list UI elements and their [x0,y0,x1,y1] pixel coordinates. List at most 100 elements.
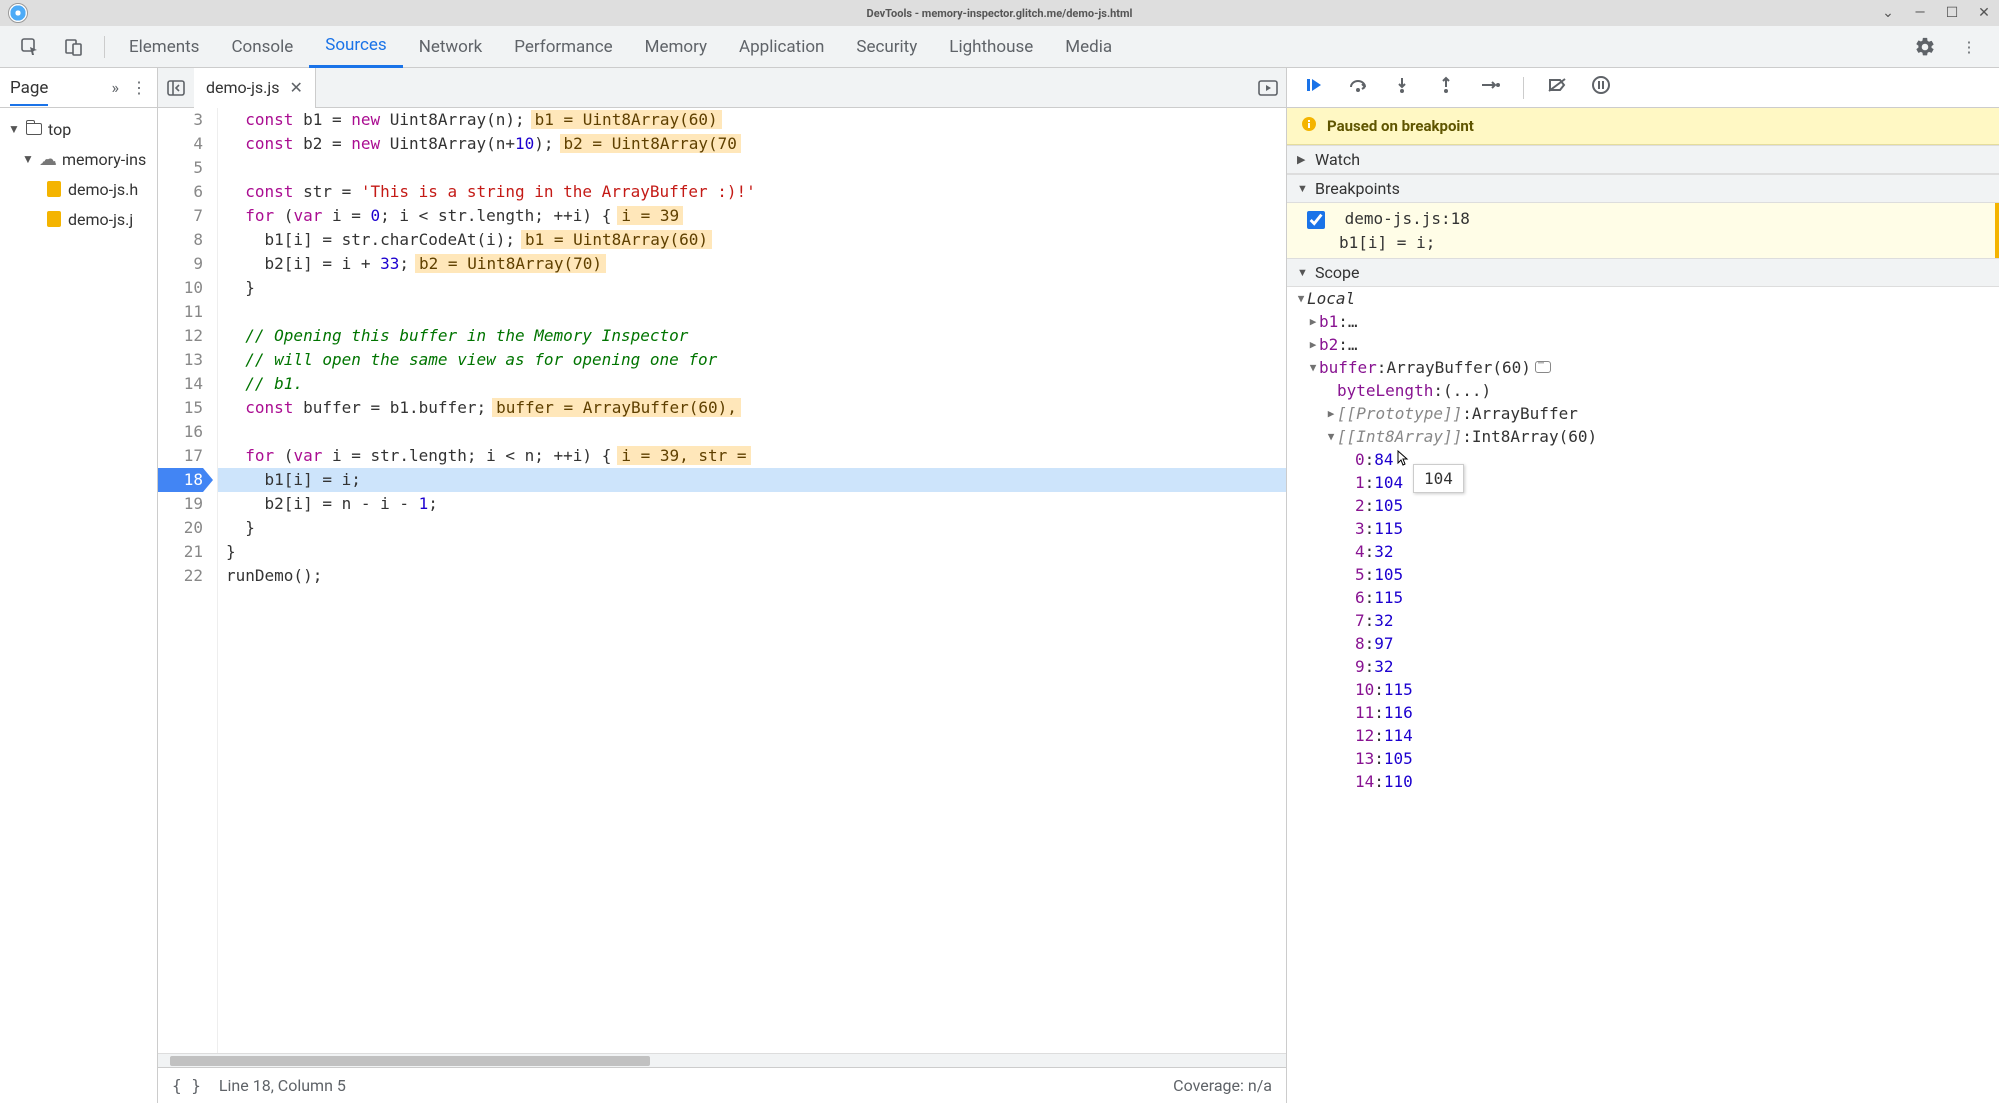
tab-memory[interactable]: Memory [629,26,723,68]
step-button[interactable] [1479,77,1501,98]
maximize-button[interactable]: ☐ [1945,6,1959,20]
deactivate-breakpoints-button[interactable] [1546,77,1568,98]
code-editor[interactable]: 345678910111213141516171819202122 const … [158,108,1286,1053]
kebab-icon[interactable]: ⋮ [131,78,147,97]
code-line[interactable] [218,300,1286,324]
tab-application[interactable]: Application [723,26,840,68]
scope-prototype[interactable]: ▶[[Prototype]]: ArrayBuffer [1287,402,1999,425]
code-line[interactable] [218,156,1286,180]
array-entry[interactable]: 12: 114 [1287,724,1999,747]
code-line[interactable]: // will open the same view as for openin… [218,348,1286,372]
section-label: Scope [1315,263,1359,282]
code-line[interactable]: // b1. [218,372,1286,396]
inline-value: i = 39 [617,206,683,225]
minimize-button[interactable]: — [1913,6,1927,20]
file-tab-active[interactable]: demo-js.js ✕ [194,68,316,108]
array-entry[interactable]: 8: 97 [1287,632,1999,655]
inline-value: b2 = Uint8Array(70 [560,134,741,153]
array-entry[interactable]: 2: 105 [1287,494,1999,517]
line-gutter[interactable]: 345678910111213141516171819202122 [158,108,218,1053]
page-tab[interactable]: Page [10,78,48,106]
scope-local[interactable]: ▼Local [1287,287,1999,310]
tab-media[interactable]: Media [1049,26,1128,68]
scope-var-b2[interactable]: ▶b2: … [1287,333,1999,356]
code-line[interactable]: for (var i = str.length; i < n; ++i) {i … [218,444,1286,468]
code-line[interactable]: b1[i] = i; [218,468,1286,492]
tree-top[interactable]: ▼ top [0,114,157,144]
chevron-down-icon[interactable]: ⌄ [1881,6,1895,20]
chrome-icon [8,3,28,23]
code-line[interactable]: b1[i] = str.charCodeAt(i);b1 = Uint8Arra… [218,228,1286,252]
close-button[interactable]: ✕ [1977,6,1991,20]
code-line[interactable]: } [218,516,1286,540]
file-tabs: demo-js.js ✕ [158,68,1286,108]
tree-file[interactable]: demo-js.j [0,204,157,234]
breakpoint-label: demo-js.js:18 [1345,209,1470,228]
array-entry[interactable]: 13: 105 [1287,747,1999,770]
code-line[interactable]: // Opening this buffer in the Memory Ins… [218,324,1286,348]
gear-icon[interactable] [1913,35,1937,59]
close-icon[interactable]: ✕ [289,78,302,97]
tab-console[interactable]: Console [215,26,309,68]
array-entry[interactable]: 14: 110 [1287,770,1999,793]
array-entry[interactable]: 4: 32 [1287,540,1999,563]
paused-message: Paused on breakpoint [1327,117,1474,135]
resume-button[interactable] [1303,76,1325,99]
scope-section[interactable]: ▼Scope [1287,258,1999,287]
toggle-navigator-icon[interactable] [158,80,194,96]
inspect-icon[interactable] [18,35,42,59]
array-entry[interactable]: 7: 32 [1287,609,1999,632]
code-line[interactable]: const b1 = new Uint8Array(n);b1 = Uint8A… [218,108,1286,132]
scope-bytelength[interactable]: byteLength: (...) [1287,379,1999,402]
scope-int8array[interactable]: ▼[[Int8Array]]: Int8Array(60) [1287,425,1999,448]
array-entry[interactable]: 11: 116 [1287,701,1999,724]
code-line[interactable]: b2[i] = n - i - 1; [218,492,1286,516]
pause-on-exceptions-button[interactable] [1590,76,1612,99]
array-entry[interactable]: 3: 115 [1287,517,1999,540]
scope-var-b1[interactable]: ▶b1: … [1287,310,1999,333]
code-line[interactable]: const buffer = b1.buffer;buffer = ArrayB… [218,396,1286,420]
tree-file[interactable]: demo-js.h [0,174,157,204]
device-toggle-icon[interactable] [62,35,86,59]
code-line[interactable] [218,420,1286,444]
tab-lighthouse[interactable]: Lighthouse [933,26,1049,68]
code-line[interactable]: runDemo(); [218,564,1286,588]
watch-section[interactable]: ▶Watch [1287,145,1999,174]
more-icon[interactable]: ⋮ [1957,35,1981,59]
pretty-print-icon[interactable]: { } [172,1076,201,1095]
memory-inspector-icon[interactable] [1535,361,1551,373]
array-entry[interactable]: 0: 84 [1287,448,1999,471]
breakpoint-item[interactable]: demo-js.js:18 b1[i] = i; [1287,203,1999,258]
tab-elements[interactable]: Elements [113,26,215,68]
code-line[interactable]: b2[i] = i + 33;b2 = Uint8Array(70) [218,252,1286,276]
code-line[interactable]: } [218,540,1286,564]
window-titlebar: DevTools - memory-inspector.glitch.me/de… [0,0,1999,26]
tree-domain[interactable]: ▼ ☁ memory-ins [0,144,157,174]
array-entry[interactable]: 10: 115 [1287,678,1999,701]
step-out-button[interactable] [1435,76,1457,99]
run-snippet-icon[interactable] [1250,80,1286,96]
scope-var-buffer[interactable]: ▼buffer: ArrayBuffer(60) [1287,356,1999,379]
array-entry[interactable]: 6: 115 [1287,586,1999,609]
tab-network[interactable]: Network [403,26,499,68]
debugger-pane: Paused on breakpoint ▶Watch ▼Breakpoints… [1287,68,1999,1103]
tab-performance[interactable]: Performance [498,26,628,68]
code-line[interactable]: for (var i = 0; i < str.length; ++i) {i … [218,204,1286,228]
array-entry[interactable]: 1: 104 [1287,471,1999,494]
code-body[interactable]: const b1 = new Uint8Array(n);b1 = Uint8A… [218,108,1286,1053]
tab-sources[interactable]: Sources [309,26,402,68]
code-line[interactable]: const str = 'This is a string in the Arr… [218,180,1286,204]
array-entry[interactable]: 5: 105 [1287,563,1999,586]
breakpoints-section[interactable]: ▼Breakpoints [1287,174,1999,203]
code-line[interactable]: } [218,276,1286,300]
more-tabs-icon[interactable]: » [112,78,120,97]
horizontal-scrollbar[interactable] [158,1053,1286,1067]
code-line[interactable]: const b2 = new Uint8Array(n+10);b2 = Uin… [218,132,1286,156]
file-tree: ▼ top ▼ ☁ memory-ins demo-js.h demo-js.j [0,108,157,240]
breakpoint-checkbox[interactable] [1307,211,1325,229]
array-entry[interactable]: 9: 32 [1287,655,1999,678]
tab-security[interactable]: Security [840,26,933,68]
step-over-button[interactable] [1347,77,1369,98]
step-into-button[interactable] [1391,76,1413,99]
cloud-icon: ☁ [38,149,58,170]
